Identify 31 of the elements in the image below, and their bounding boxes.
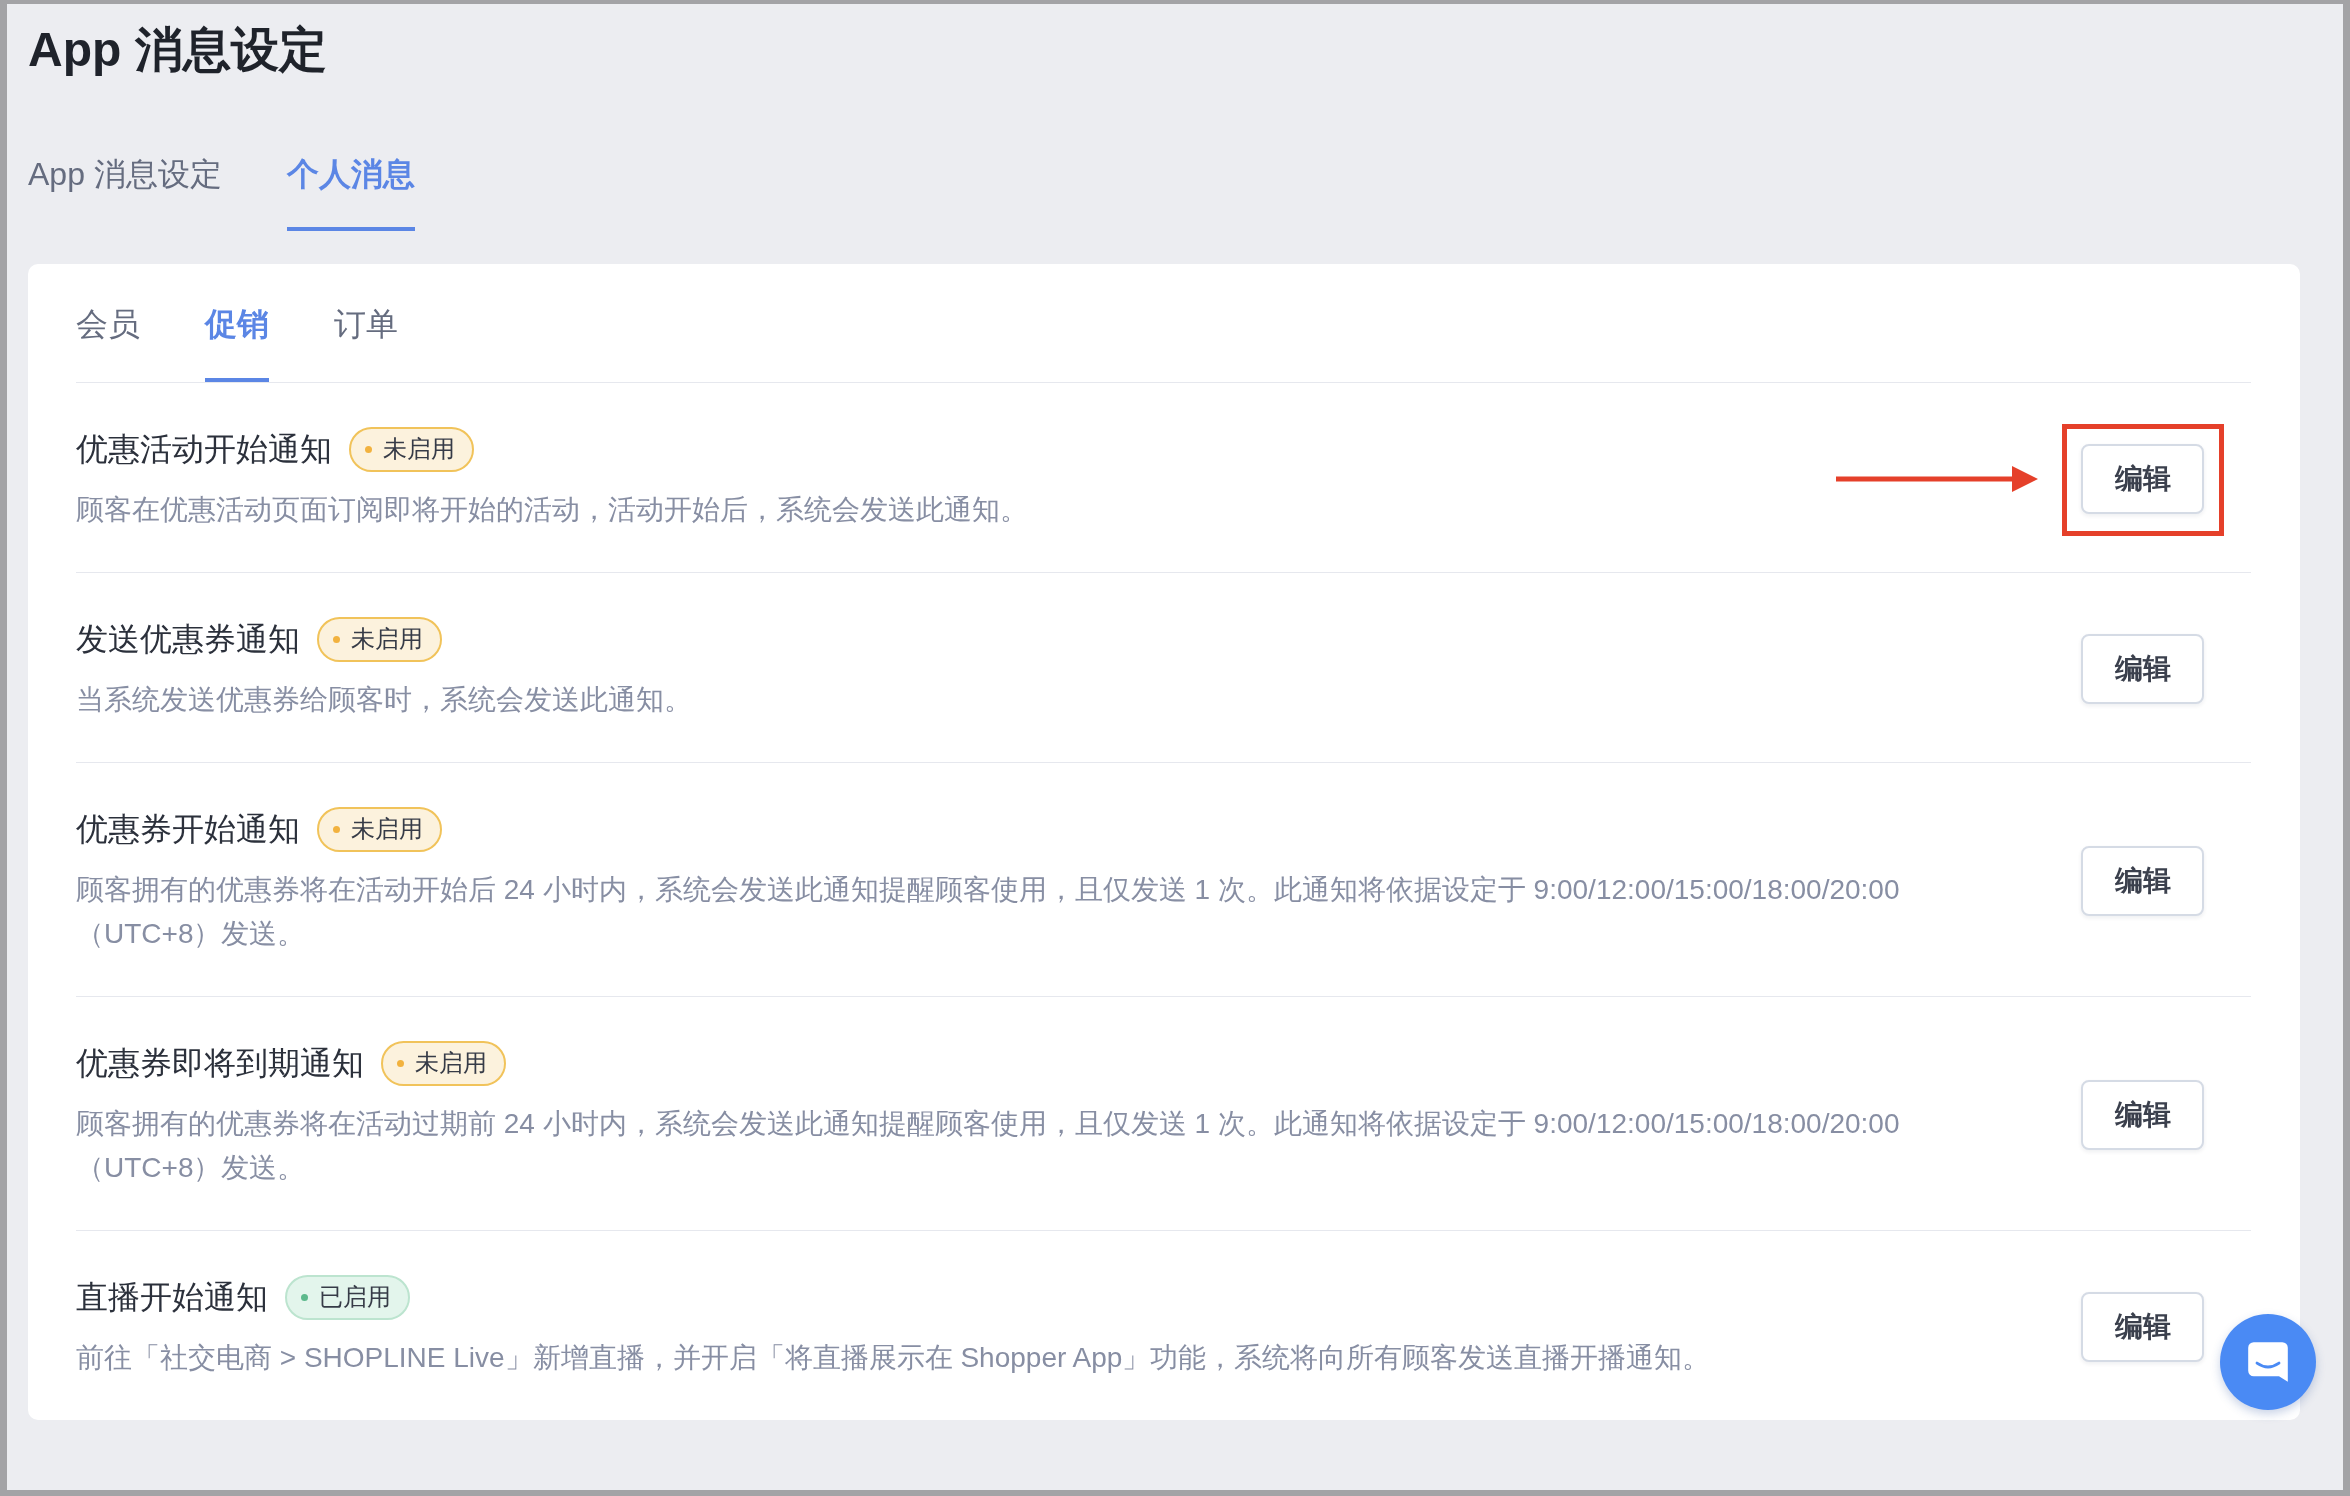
tab[interactable]: 订单	[334, 302, 398, 382]
notification-title: 优惠活动开始通知	[76, 430, 332, 469]
status-label: 未启用	[351, 814, 423, 844]
notification-title: 优惠券即将到期通知	[76, 1044, 364, 1083]
tab[interactable]: 促销	[205, 302, 269, 382]
status-label: 未启用	[383, 434, 455, 464]
edit-button[interactable]: 编辑	[2081, 444, 2204, 514]
page-title: App 消息设定	[28, 22, 327, 78]
status-dot-icon	[365, 445, 372, 453]
status-label: 未启用	[415, 1048, 487, 1078]
status-dot-icon	[397, 1059, 404, 1067]
notification-title: 直播开始通知	[76, 1278, 268, 1317]
status-dot-icon	[333, 635, 340, 643]
notification-description: 当系统发送优惠券给顾客时，系统会发送此通知。	[76, 683, 692, 717]
edit-button[interactable]: 编辑	[2081, 634, 2204, 704]
status-dot-icon	[333, 825, 340, 833]
notification-description: 顾客拥有的优惠券将在活动过期前 24 小时内，系统会发送此通知提醒顾客使用，且仅发送 1 次。此通知将依据设定于 9:00/12:00/15:00/18:00/20:00（UTC+8）发送。	[76, 1107, 1901, 1185]
edit-button[interactable]: 编辑	[2081, 846, 2204, 916]
status-label: 未启用	[351, 624, 423, 654]
notification-title: 优惠券开始通知	[76, 810, 300, 849]
tab[interactable]: 会员	[76, 302, 140, 382]
status-label: 已启用	[319, 1282, 391, 1312]
edit-button[interactable]: 编辑	[2081, 1080, 2204, 1150]
chat-bubble-icon	[2246, 1340, 2290, 1384]
notification-description: 顾客在优惠活动页面订阅即将开始的活动，活动开始后，系统会发送此通知。	[76, 493, 1028, 527]
tab[interactable]: App 消息设定	[28, 152, 222, 231]
notification-description: 前往「社交电商 > SHOPLINE Live」新增直播，并开启「将直播展示在 Shopper App」功能，系统将向所有顾客发送直播开播通知。	[76, 1341, 1711, 1375]
notification-description: 顾客拥有的优惠券将在活动开始后 24 小时内，系统会发送此通知提醒顾客使用，且仅发送 1 次。此通知将依据设定于 9:00/12:00/15:00/18:00/20:00（UTC+8）发送。	[76, 873, 1901, 951]
edit-button[interactable]: 编辑	[2081, 1292, 2204, 1362]
status-dot-icon	[301, 1293, 308, 1301]
notification-title: 发送优惠券通知	[76, 620, 300, 659]
